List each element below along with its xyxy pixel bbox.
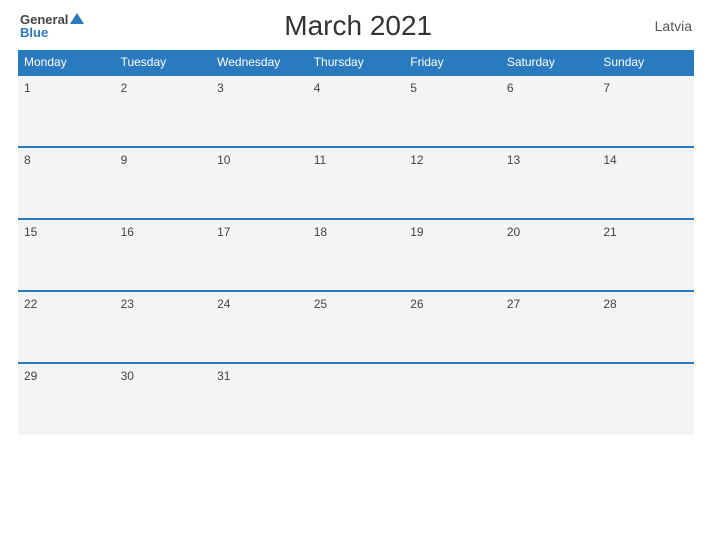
day-number: 20 (507, 225, 520, 239)
calendar-cell: 24 (211, 291, 308, 363)
calendar-cell: 31 (211, 363, 308, 435)
calendar-cell: 17 (211, 219, 308, 291)
calendar-cell: 27 (501, 291, 598, 363)
day-number: 14 (603, 153, 616, 167)
calendar-cell: 6 (501, 75, 598, 147)
day-number: 30 (121, 369, 134, 383)
calendar-cell: 30 (115, 363, 212, 435)
week-row-1: 1 2 3 4 5 6 7 (18, 75, 694, 147)
calendar-cell: 9 (115, 147, 212, 219)
calendar-cell: 16 (115, 219, 212, 291)
day-number: 2 (121, 81, 128, 95)
calendar-tbody: 1234567891011121314151617181920212223242… (18, 75, 694, 435)
day-number: 8 (24, 153, 31, 167)
day-number: 28 (603, 297, 616, 311)
calendar-cell: 8 (18, 147, 115, 219)
week-row-3: 15 16 17 18 19 20 21 (18, 219, 694, 291)
day-number: 4 (314, 81, 321, 95)
calendar-cell: 11 (308, 147, 405, 219)
day-number: 3 (217, 81, 224, 95)
calendar-cell: 12 (404, 147, 501, 219)
calendar-cell: 29 (18, 363, 115, 435)
day-number: 6 (507, 81, 514, 95)
weekday-header-thursday: Thursday (308, 50, 405, 75)
calendar-cell (597, 363, 694, 435)
calendar-cell: 7 (597, 75, 694, 147)
calendar-container: General Blue March 2021 Latvia MondayTue… (0, 0, 712, 550)
calendar-cell: 26 (404, 291, 501, 363)
calendar-thead: MondayTuesdayWednesdayThursdayFridaySatu… (18, 50, 694, 75)
week-row-5: 29 30 31 (18, 363, 694, 435)
day-number: 24 (217, 297, 230, 311)
calendar-cell: 18 (308, 219, 405, 291)
calendar-table: MondayTuesdayWednesdayThursdayFridaySatu… (18, 50, 694, 435)
calendar-cell: 2 (115, 75, 212, 147)
calendar-cell (404, 363, 501, 435)
day-number: 16 (121, 225, 134, 239)
day-number: 19 (410, 225, 423, 239)
calendar-cell: 13 (501, 147, 598, 219)
calendar-cell: 19 (404, 219, 501, 291)
calendar-cell: 20 (501, 219, 598, 291)
logo: General Blue (20, 13, 84, 39)
day-number: 12 (410, 153, 423, 167)
weekday-header-friday: Friday (404, 50, 501, 75)
weekday-header-wednesday: Wednesday (211, 50, 308, 75)
day-number: 15 (24, 225, 37, 239)
day-number: 11 (314, 153, 326, 167)
calendar-cell: 14 (597, 147, 694, 219)
weekday-header-sunday: Sunday (597, 50, 694, 75)
day-number: 23 (121, 297, 134, 311)
day-number: 9 (121, 153, 128, 167)
calendar-cell: 10 (211, 147, 308, 219)
day-number: 13 (507, 153, 520, 167)
country-label: Latvia (632, 18, 692, 34)
day-number: 10 (217, 153, 230, 167)
day-number: 22 (24, 297, 37, 311)
day-number: 31 (217, 369, 230, 383)
calendar-cell: 15 (18, 219, 115, 291)
calendar-cell (501, 363, 598, 435)
calendar-cell: 22 (18, 291, 115, 363)
weekday-header-saturday: Saturday (501, 50, 598, 75)
weekday-header-row: MondayTuesdayWednesdayThursdayFridaySatu… (18, 50, 694, 75)
week-row-4: 22 23 24 25 26 27 28 (18, 291, 694, 363)
calendar-header: General Blue March 2021 Latvia (18, 10, 694, 42)
week-row-2: 8 9 10 11 12 13 14 (18, 147, 694, 219)
calendar-cell (308, 363, 405, 435)
day-number: 26 (410, 297, 423, 311)
calendar-cell: 23 (115, 291, 212, 363)
day-number: 17 (217, 225, 230, 239)
day-number: 25 (314, 297, 327, 311)
day-number: 18 (314, 225, 327, 239)
calendar-cell: 3 (211, 75, 308, 147)
day-number: 27 (507, 297, 520, 311)
calendar-cell: 5 (404, 75, 501, 147)
day-number: 21 (603, 225, 616, 239)
calendar-cell: 21 (597, 219, 694, 291)
logo-triangle-icon (70, 13, 84, 24)
calendar-cell: 28 (597, 291, 694, 363)
day-number: 1 (24, 81, 31, 95)
logo-blue-text: Blue (20, 26, 48, 39)
calendar-cell: 25 (308, 291, 405, 363)
weekday-header-tuesday: Tuesday (115, 50, 212, 75)
calendar-cell: 4 (308, 75, 405, 147)
day-number: 7 (603, 81, 610, 95)
calendar-cell: 1 (18, 75, 115, 147)
day-number: 29 (24, 369, 37, 383)
weekday-header-monday: Monday (18, 50, 115, 75)
day-number: 5 (410, 81, 417, 95)
month-title: March 2021 (84, 10, 632, 42)
